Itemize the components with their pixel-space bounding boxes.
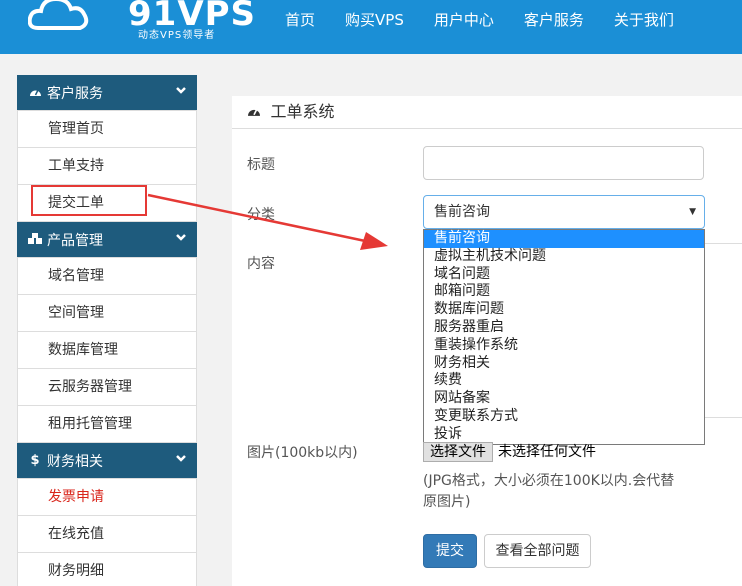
dropdown-arrow-icon: ▼ (689, 207, 696, 217)
view-all-button[interactable]: 查看全部问题 (484, 534, 591, 568)
sidebar-item-finance-detail[interactable]: 财务明细 (17, 553, 197, 586)
panel-title-text: 工单系统 (270, 102, 335, 121)
dropdown-option[interactable]: 财务相关 (424, 355, 704, 373)
sidebar-item-invoice[interactable]: 发票申请 (17, 479, 197, 516)
sidebar-item-colocation[interactable]: 租用托管管理 (17, 406, 197, 443)
dropdown-option[interactable]: 售前咨询 (424, 230, 704, 248)
nav-buy-vps[interactable]: 购买VPS (330, 0, 419, 40)
sidebar-item-cloud-server[interactable]: 云服务器管理 (17, 369, 197, 406)
category-dropdown-list: 售前咨询 虚拟主机技术问题 域名问题 邮箱问题 数据库问题 服务器重启 重装操作… (423, 229, 705, 445)
dropdown-option[interactable]: 数据库问题 (424, 301, 704, 319)
content-label: 内容 (247, 256, 275, 272)
dropdown-option[interactable]: 域名问题 (424, 266, 704, 284)
category-label: 分类 (247, 207, 275, 223)
dropdown-option[interactable]: 虚拟主机技术问题 (424, 248, 704, 266)
chevron-down-icon (176, 455, 186, 462)
sidebar-item-hosting[interactable]: 空间管理 (17, 295, 197, 332)
category-select-value: 售前咨询 (434, 204, 490, 220)
nav-customer-service[interactable]: 客户服务 (509, 0, 599, 40)
chevron-down-icon (176, 87, 186, 94)
image-hint: (JPG格式，大小必须在100K以内.会代替原图片) (423, 473, 675, 510)
annotation-highlight-box (31, 185, 147, 216)
logo[interactable]: 91VPS 动态VPS领导者 (28, 0, 255, 41)
file-status-text: 未选择任何文件 (498, 444, 596, 460)
nav-user-center[interactable]: 用户中心 (419, 0, 509, 40)
dropdown-option[interactable]: 重装操作系统 (424, 337, 704, 355)
sidebar-group-title: 客户服务 (47, 85, 103, 102)
dashboard-icon (246, 105, 266, 121)
dropdown-option[interactable]: 网站备案 (424, 390, 704, 408)
sidebar-group-title: 产品管理 (47, 232, 103, 249)
dashboard-icon (27, 86, 43, 100)
sidebar-item-ticket-support[interactable]: 工单支持 (17, 148, 197, 185)
chevron-down-icon (176, 234, 186, 241)
ticket-form-card: 工单系统 标题 分类 售前咨询 ▼ 内容 售前咨询 虚拟主机技术问题 域名问题 … (232, 96, 742, 586)
nav-home[interactable]: 首页 (270, 0, 330, 40)
dropdown-option[interactable]: 变更联系方式 (424, 408, 704, 426)
sidebar-group-finance[interactable]: $ 财务相关 (17, 443, 197, 479)
sidebar-group-customer-service[interactable]: 客户服务 (17, 75, 197, 111)
sidebar-group-product-management[interactable]: 产品管理 (17, 222, 197, 258)
title-label: 标题 (247, 157, 275, 173)
choose-file-button[interactable]: 选择文件 (423, 442, 493, 462)
submit-button[interactable]: 提交 (423, 534, 477, 568)
sidebar: 客户服务 管理首页 工单支持 提交工单 产品管理 域名管理 空间管理 数据库管理… (17, 75, 197, 586)
title-input[interactable] (423, 146, 704, 180)
sidebar-item-domain[interactable]: 域名管理 (17, 258, 197, 295)
main-panel: 工单系统 标题 分类 售前咨询 ▼ 内容 售前咨询 虚拟主机技术问题 域名问题 … (212, 75, 742, 586)
dollar-icon: $ (30, 453, 40, 468)
sidebar-item-database[interactable]: 数据库管理 (17, 332, 197, 369)
logo-slogan: 动态VPS领导者 (138, 30, 216, 41)
image-label: 图片(100kb以内) (247, 445, 358, 461)
panel-title: 工单系统 (232, 96, 742, 129)
dropdown-option[interactable]: 续费 (424, 372, 704, 390)
top-navbar: 91VPS 动态VPS领导者 首页 购买VPS 用户中心 客户服务 关于我们 (0, 0, 742, 54)
sidebar-item-recharge[interactable]: 在线充值 (17, 516, 197, 553)
category-select[interactable]: 售前咨询 ▼ (423, 195, 705, 229)
dropdown-option[interactable]: 投诉 (424, 426, 704, 444)
dropdown-option[interactable]: 邮箱问题 (424, 283, 704, 301)
nav-about-us[interactable]: 关于我们 (599, 0, 689, 40)
sidebar-group-title: 财务相关 (47, 453, 103, 470)
sidebar-item-manage-home[interactable]: 管理首页 (17, 111, 197, 148)
main-nav: 首页 购买VPS 用户中心 客户服务 关于我们 (270, 0, 689, 40)
cubes-icon (27, 232, 43, 247)
cloud-logo-icon (28, 0, 89, 30)
dropdown-option[interactable]: 服务器重启 (424, 319, 704, 337)
